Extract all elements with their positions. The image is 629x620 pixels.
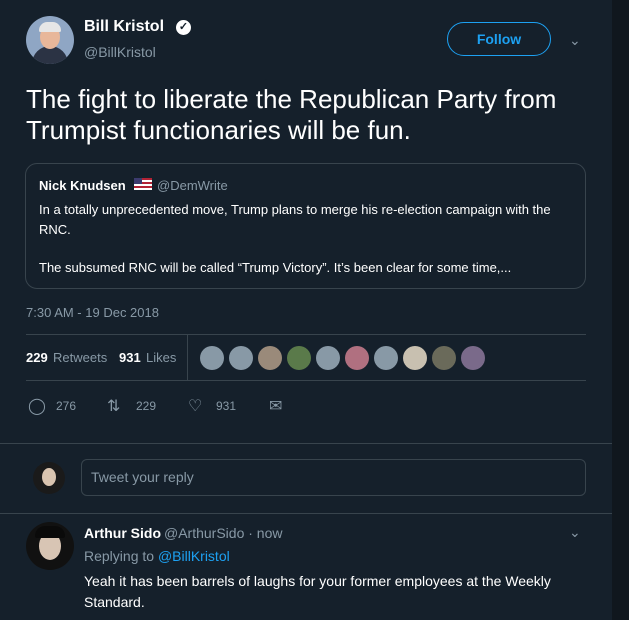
liker-avatar[interactable] xyxy=(461,346,485,370)
quote-author-name: Nick Knudsen xyxy=(39,178,126,193)
quote-text-line1: In a totally unprecedented move, Trump p… xyxy=(39,202,551,237)
liker-avatar[interactable] xyxy=(345,346,369,370)
retweet-icon[interactable]: ⇅ xyxy=(107,396,120,416)
reply-author-avatar[interactable] xyxy=(26,522,74,570)
liker-avatar[interactable] xyxy=(229,346,253,370)
divider xyxy=(26,334,586,335)
reply-text: Yeah it has been barrels of laughs for y… xyxy=(84,573,551,610)
author-name[interactable]: Bill Kristol xyxy=(84,18,164,36)
my-avatar xyxy=(33,462,65,494)
liker-avatar[interactable] xyxy=(403,346,427,370)
retweets-label[interactable]: Retweets xyxy=(53,350,107,365)
liker-avatar[interactable] xyxy=(432,346,456,370)
author-avatar[interactable] xyxy=(26,16,74,64)
replying-prefix: Replying to xyxy=(84,548,155,564)
retweet-count[interactable]: 229 xyxy=(136,399,156,413)
likes-label[interactable]: Likes xyxy=(146,350,176,365)
liker-avatar[interactable] xyxy=(200,346,224,370)
verified-badge-icon: ✓ xyxy=(176,20,191,35)
quote-author-handle: @DemWrite xyxy=(157,178,228,193)
quoted-tweet[interactable]: Nick Knudsen @DemWrite In a totally unpr… xyxy=(25,163,586,289)
liker-avatar[interactable] xyxy=(258,346,282,370)
liker-avatar[interactable] xyxy=(316,346,340,370)
like-count[interactable]: 931 xyxy=(216,399,236,413)
divider xyxy=(0,513,612,514)
divider xyxy=(26,380,586,381)
retweets-count[interactable]: 229 xyxy=(26,350,48,365)
tweet-text: The fight to liberate the Republican Par… xyxy=(26,84,557,145)
author-handle[interactable]: @BillKristol xyxy=(84,44,156,60)
liker-avatar[interactable] xyxy=(287,346,311,370)
quote-text-line2: The subsumed RNC will be called “Trump V… xyxy=(39,260,512,275)
page-edge xyxy=(612,0,629,620)
reply-input[interactable]: Tweet your reply xyxy=(81,459,586,496)
reply-icon[interactable]: ◯ xyxy=(28,396,46,416)
follow-button[interactable]: Follow xyxy=(447,22,551,56)
reply-count[interactable]: 276 xyxy=(56,399,76,413)
replying-to-link[interactable]: @BillKristol xyxy=(158,548,230,564)
likes-count[interactable]: 931 xyxy=(119,350,141,365)
direct-message-icon[interactable]: ✉ xyxy=(269,396,282,416)
stats-divider xyxy=(187,335,188,380)
tweet-timestamp[interactable]: 7:30 AM - 19 Dec 2018 xyxy=(26,305,159,320)
tweet-detail: Bill Kristol ✓ @BillKristol Follow ⌄ The… xyxy=(0,0,612,443)
replying-to: Replying to @BillKristol xyxy=(84,548,230,564)
reply-author-handle-time[interactable]: @ArthurSido · now xyxy=(164,525,282,541)
reply-author-name[interactable]: Arthur Sido xyxy=(84,525,161,541)
chevron-down-icon[interactable]: ⌄ xyxy=(569,32,581,49)
us-flag-icon xyxy=(134,178,152,190)
liker-avatar[interactable] xyxy=(374,346,398,370)
heart-icon[interactable]: ♡ xyxy=(188,396,202,416)
chevron-down-icon[interactable]: ⌄ xyxy=(569,524,581,541)
